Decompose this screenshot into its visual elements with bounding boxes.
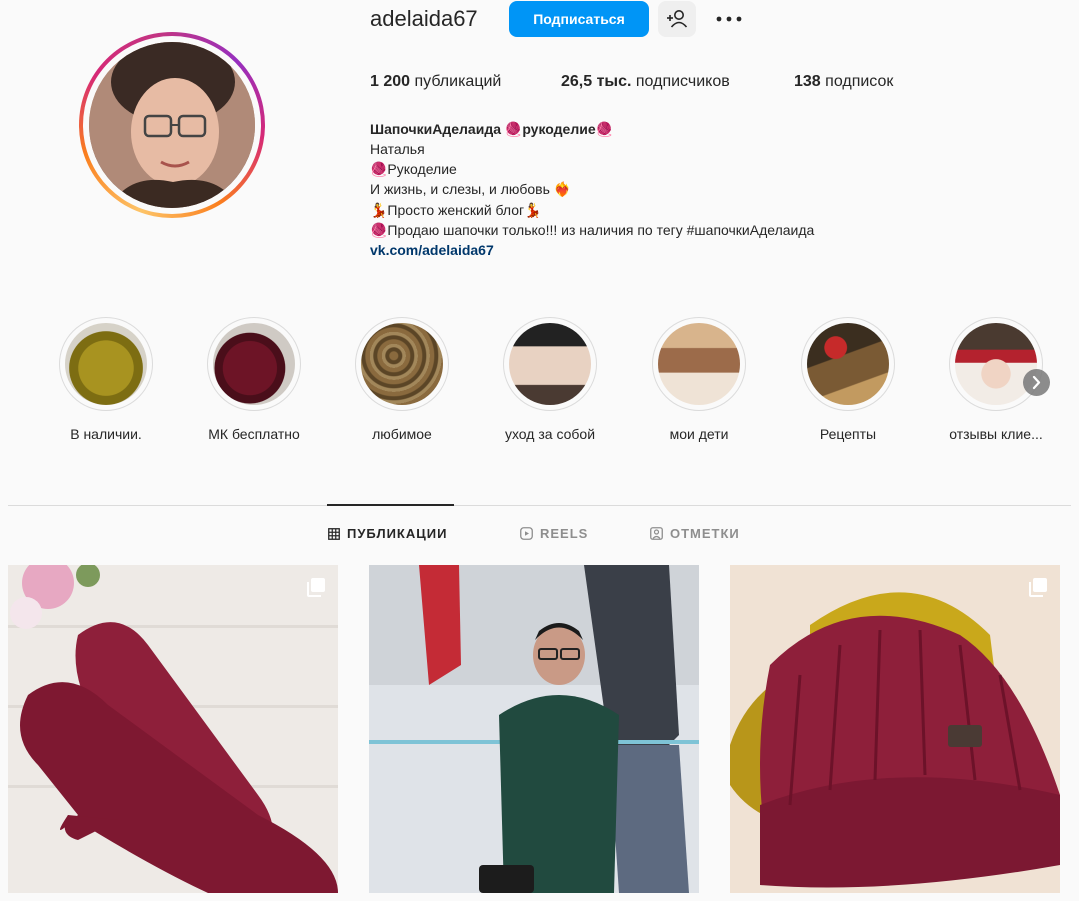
highlight-label: отзывы клие... [949, 426, 1043, 442]
highlight-ring [652, 317, 746, 411]
story-highlight[interactable]: Рецепты [800, 317, 896, 442]
tab-posts[interactable]: ПУБЛИКАЦИИ [328, 526, 447, 541]
profile-avatar-ring[interactable] [79, 32, 265, 218]
story-highlight[interactable]: отзывы клие... [948, 317, 1044, 442]
highlight-cover [509, 323, 591, 405]
highlight-ring [949, 317, 1043, 411]
story-highlight[interactable]: В наличии. [58, 317, 154, 442]
highlight-cover [65, 323, 147, 405]
story-highlight[interactable]: МК бесплатно [206, 317, 302, 442]
bio-line: И жизнь, и слезы, и любовь ❤️‍🔥 [370, 181, 572, 197]
reels-icon [520, 527, 533, 540]
followers-label: подписчиков [635, 73, 730, 90]
bio-line: 💃Просто женский блог💃 [370, 202, 542, 218]
followers-stat[interactable]: 26,5 тыс. подписчиков [561, 73, 730, 91]
highlight-ring [207, 317, 301, 411]
following-label: подписок [825, 73, 894, 90]
post-image-knitted-hats [730, 565, 1060, 893]
story-highlight[interactable]: мои дети [651, 317, 747, 442]
posts-label: публикаций [414, 73, 502, 90]
highlight-label: мои дети [669, 426, 729, 442]
highlight-label: любимое [372, 426, 432, 442]
highlight-cover [361, 323, 443, 405]
post-tile[interactable] [369, 565, 699, 893]
suggest-accounts-button[interactable] [658, 1, 696, 37]
follow-button[interactable]: Подписаться [509, 1, 649, 37]
post-image-mittens [8, 565, 338, 893]
tab-label: ОТМЕТКИ [670, 526, 740, 541]
avatar-portrait [89, 42, 255, 208]
tab-label: REELS [540, 526, 589, 541]
active-tab-indicator [327, 504, 454, 506]
post-tile[interactable] [730, 565, 1060, 893]
tagged-icon [650, 527, 663, 540]
highlight-ring [801, 317, 895, 411]
following-count: 138 [794, 73, 821, 90]
highlight-label: В наличии. [70, 426, 142, 442]
multiple-photos-icon [1029, 578, 1047, 597]
followers-count: 26,5 тыс. [561, 73, 632, 90]
avatar[interactable] [89, 42, 255, 208]
highlight-label: Рецепты [819, 426, 877, 442]
chevron-right-icon [1032, 375, 1041, 390]
highlight-ring [503, 317, 597, 411]
tab-tagged[interactable]: ОТМЕТКИ [650, 526, 740, 541]
bio-external-link[interactable]: vk.com/adelaida67 [370, 240, 494, 260]
highlight-label: МК бесплатно [208, 426, 300, 442]
highlight-ring [59, 317, 153, 411]
story-highlight[interactable]: любимое [354, 317, 450, 442]
tabs-divider [8, 505, 1071, 506]
bio-title: ШапочкиАделаида 🧶рукоделие🧶 [370, 121, 614, 137]
more-options-button[interactable] [712, 6, 746, 32]
highlight-cover [213, 323, 295, 405]
multiple-photos-icon [307, 578, 325, 597]
grid-icon [328, 527, 340, 540]
post-image-woman-green-dress [369, 565, 699, 893]
bio-line: Наталья [370, 141, 425, 157]
story-highlight[interactable]: уход за собой [502, 317, 598, 442]
highlight-cover [807, 323, 889, 405]
highlight-cover [658, 323, 740, 405]
highlight-label: уход за собой [504, 426, 596, 442]
tab-reels[interactable]: REELS [520, 526, 588, 541]
more-dots-icon [716, 16, 742, 22]
posts-count: 1 200 [370, 73, 411, 90]
posts-count-stat: 1 200 публикаций [370, 73, 501, 91]
bio-line: 🧶Рукоделие [370, 161, 457, 177]
profile-username: adelaida67 [370, 6, 478, 31]
highlights-next-button[interactable] [1023, 369, 1050, 396]
post-tile[interactable] [8, 565, 338, 893]
bio-line: 🧶Продаю шапочки только!!! из наличия по … [370, 222, 815, 238]
tab-label: ПУБЛИКАЦИИ [347, 526, 448, 541]
highlight-ring [355, 317, 449, 411]
person-plus-icon [667, 10, 688, 28]
following-stat[interactable]: 138 подписок [794, 73, 893, 91]
